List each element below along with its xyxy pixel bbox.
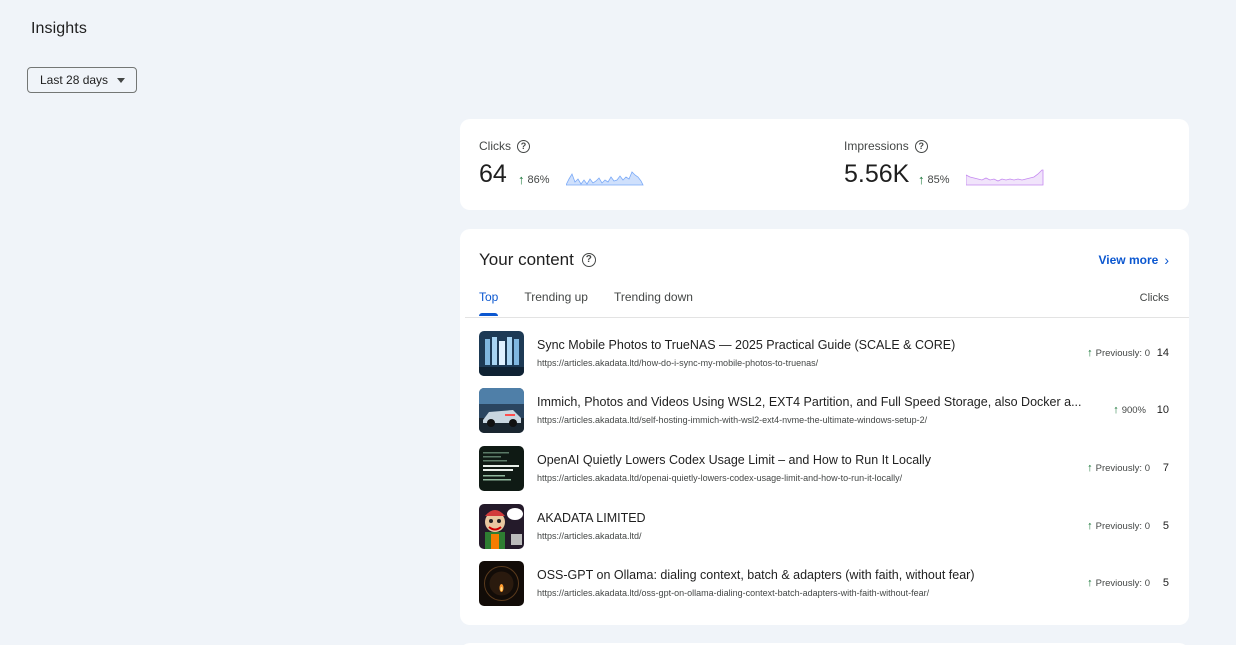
arrow-up-icon: ↑	[518, 172, 525, 187]
impressions-change: ↑ 85%	[918, 172, 950, 187]
arrow-up-icon: ↑	[918, 172, 925, 187]
divider	[465, 317, 1189, 318]
clicks-value: 64	[479, 160, 507, 188]
row-clicks: 5	[1162, 520, 1169, 532]
impressions-label: Impressions	[844, 139, 909, 153]
date-range-label: Last 28 days	[40, 73, 109, 87]
row-change: ↑ Previously: 0	[1087, 347, 1150, 359]
chevron-right-icon: ›	[1164, 252, 1169, 268]
article-url: https://articles.akadata.ltd/how-do-i-sy…	[537, 358, 819, 368]
row-clicks: 10	[1156, 404, 1169, 416]
article-title: OpenAI Quietly Lowers Codex Usage Limit …	[537, 453, 931, 467]
help-icon[interactable]: ?	[581, 253, 596, 267]
tab-top[interactable]: Top	[479, 290, 499, 316]
content-row[interactable]: Sync Mobile Photos to TrueNAS — 2025 Pra…	[479, 331, 1169, 377]
content-row[interactable]: OSS-GPT on Ollama: dialing context, batc…	[479, 561, 1169, 607]
date-range-dropdown[interactable]: Last 28 days	[27, 67, 137, 93]
article-title: Sync Mobile Photos to TrueNAS — 2025 Pra…	[537, 338, 956, 352]
your-content-card: Your content ? View more › Top Trending …	[460, 229, 1189, 625]
clicks-column-header: Clicks	[1139, 292, 1169, 304]
article-title: OSS-GPT on Ollama: dialing context, batc…	[537, 568, 975, 582]
view-more-link[interactable]: View more ›	[1099, 252, 1169, 268]
tab-trending-down[interactable]: Trending down	[614, 290, 693, 316]
clicks-label: Clicks	[479, 139, 511, 153]
article-url: https://articles.akadata.ltd/oss-gpt-on-…	[537, 588, 930, 598]
arrow-up-icon: ↑	[1087, 520, 1093, 532]
stats-card: Clicks ? 64 ↑ 86% Impressions ? 5.56K ↑ …	[460, 119, 1189, 210]
row-clicks: 7	[1162, 462, 1169, 474]
row-change: ↑ Previously: 0	[1087, 462, 1150, 474]
row-clicks: 14	[1156, 347, 1169, 359]
article-url: https://articles.akadata.ltd/openai-quie…	[537, 473, 903, 483]
article-thumbnail	[479, 388, 524, 433]
arrow-up-icon: ↑	[1087, 462, 1093, 474]
caret-down-icon	[117, 78, 125, 83]
article-title: Immich, Photos and Videos Using WSL2, EX…	[537, 395, 1082, 409]
article-thumbnail	[479, 504, 524, 549]
arrow-up-icon: ↑	[1113, 404, 1119, 416]
impressions-sparkline	[966, 169, 1044, 186]
row-change: ↑ Previously: 0	[1087, 577, 1150, 589]
article-thumbnail	[479, 331, 524, 376]
content-row[interactable]: AKADATA LIMITED https://articles.akadata…	[479, 504, 1169, 550]
article-url: https://articles.akadata.ltd/self-hostin…	[537, 415, 928, 425]
row-change: ↑ Previously: 0	[1087, 520, 1150, 532]
row-clicks: 5	[1162, 577, 1169, 589]
page-title: Insights	[31, 20, 87, 37]
impressions-change-value: 85%	[927, 173, 950, 186]
help-icon[interactable]: ?	[517, 139, 530, 153]
arrow-up-icon: ↑	[1087, 577, 1093, 589]
content-title: Your content	[479, 250, 574, 269]
clicks-change-value: 86%	[527, 173, 550, 186]
article-thumbnail	[479, 561, 524, 606]
help-icon[interactable]: ?	[914, 139, 928, 153]
impressions-value: 5.56K	[844, 160, 910, 188]
article-title: AKADATA LIMITED	[537, 511, 646, 525]
content-row[interactable]: Immich, Photos and Videos Using WSL2, EX…	[479, 388, 1169, 434]
content-tabs: Top Trending up Trending down	[479, 290, 693, 316]
article-thumbnail	[479, 446, 524, 491]
content-row[interactable]: OpenAI Quietly Lowers Codex Usage Limit …	[479, 446, 1169, 492]
row-change: ↑ 900%	[1113, 404, 1146, 416]
clicks-sparkline	[566, 171, 644, 186]
tab-trending-up[interactable]: Trending up	[524, 290, 588, 316]
view-more-label: View more	[1098, 253, 1159, 267]
article-url: https://articles.akadata.ltd/	[537, 531, 642, 541]
clicks-change: ↑ 86%	[518, 172, 550, 187]
arrow-up-icon: ↑	[1087, 347, 1093, 359]
